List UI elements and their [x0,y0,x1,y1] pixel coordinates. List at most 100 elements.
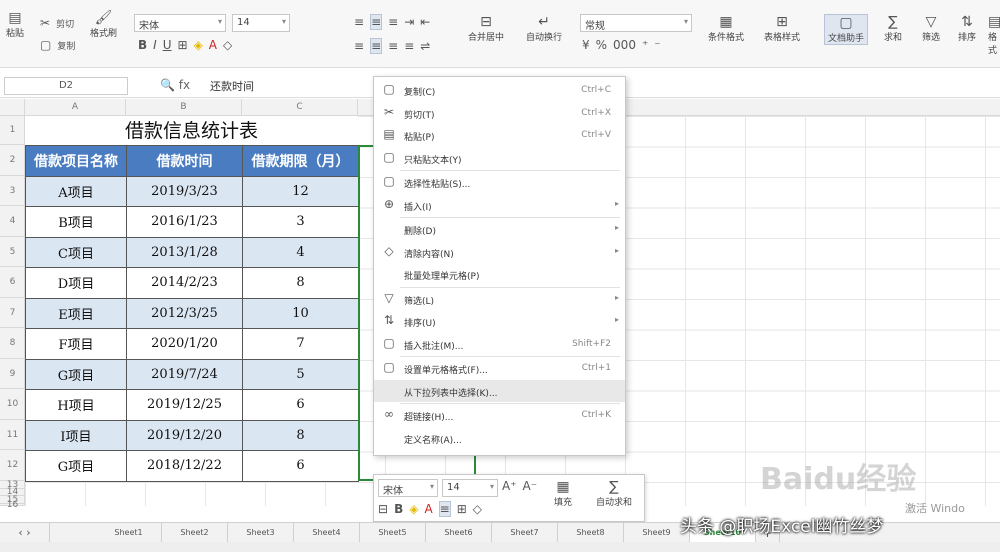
menu-item[interactable]: ⊕ 插入(I) ▸ [374,194,625,216]
mini-align-icon[interactable]: ≡ [438,501,451,517]
format-painter-button[interactable]: 🖌 格式刷 [90,10,117,39]
table-cell[interactable]: 6 [242,450,359,482]
font-shrink-icon[interactable]: A⁻ [523,479,538,493]
table-cell[interactable]: F项目 [25,328,127,360]
sum-button[interactable]: ∑ 求和 [884,14,902,43]
tab-sheet[interactable]: Sheet4 [294,523,360,543]
table-cell[interactable]: 10 [242,297,359,329]
mini-border-icon[interactable]: ⊞ [457,502,467,516]
fx-icon[interactable]: 🔍 fx [160,78,190,92]
mini-merge-icon[interactable]: ⊟ [378,502,388,516]
col-header-c[interactable]: C [242,99,358,116]
table-cell[interactable]: 4 [242,236,359,268]
row-header-7[interactable]: 7 [0,298,25,328]
table-cell[interactable]: 2019/12/20 [126,419,243,451]
table-cell[interactable]: E项目 [25,297,127,329]
menu-item[interactable]: ∞ 超链接(H)... Ctrl+K [374,404,625,426]
tab-sheet[interactable]: Sheet7 [492,523,558,543]
mini-clear-icon[interactable]: ◇ [473,502,482,516]
row-header-5[interactable]: 5 [0,237,25,267]
sheet-title-cell[interactable]: 借款信息统计表 [25,116,358,145]
align-center-icon[interactable]: ≡ [370,14,383,30]
menu-item[interactable]: ⇅ 排序(U) ▸ [374,310,625,332]
table-cell[interactable]: 2019/7/24 [126,358,243,390]
sort-button[interactable]: ⇅ 排序 [958,14,976,43]
clear-icon[interactable]: ◇ [223,38,232,52]
table-cell[interactable]: 2013/1/28 [126,236,243,268]
indent-icon[interactable]: ⇥ [404,15,414,29]
table-cell[interactable]: 2020/1/20 [126,328,243,360]
table-cell[interactable]: 2014/2/23 [126,267,243,299]
font-family-select[interactable]: 宋体 [134,14,226,32]
menu-item[interactable]: 定义名称(A)... [374,427,625,449]
row-header-9[interactable]: 9 [0,359,25,389]
font-size-select[interactable]: 14 [232,14,290,32]
tab-sheet[interactable]: Sheet3 [228,523,294,543]
row-header-11[interactable]: 11 [0,420,25,450]
table-cell[interactable]: C项目 [25,236,127,268]
bold-icon[interactable]: B [138,38,147,52]
header-cell-term[interactable]: 借款期限（月） [242,145,359,177]
align-right-icon[interactable]: ≡ [388,15,398,29]
italic-icon[interactable]: I [153,38,157,52]
underline-icon[interactable]: U [163,38,172,52]
formula-input[interactable]: 还款时间 [210,78,254,94]
conditional-format-button[interactable]: ▦ 条件格式 [708,14,744,43]
valign-bottom-icon[interactable]: ≡ [388,39,398,53]
menu-item[interactable]: ✂ 剪切(T) Ctrl+X [374,102,625,124]
row-header-3[interactable]: 3 [0,176,25,206]
valign-top-icon[interactable]: ≡ [354,39,364,53]
table-cell[interactable]: 2019/12/25 [126,389,243,421]
table-cell[interactable]: A项目 [25,175,127,207]
paste-button[interactable]: ▤ 粘贴 [6,10,24,39]
table-cell[interactable]: G项目 [25,450,127,482]
decimal-inc-icon[interactable]: ⁺ [642,38,648,52]
justify-icon[interactable]: ≡ [404,39,414,53]
menu-item[interactable]: ▢ 选择性粘贴(S)... [374,171,625,193]
col-header-b[interactable]: B [126,99,242,116]
align-left-icon[interactable]: ≡ [354,15,364,29]
menu-item[interactable]: 批量处理单元格(P) [374,263,625,285]
row-header-8[interactable]: 8 [0,328,25,359]
table-cell[interactable]: 2018/12/22 [126,450,243,482]
menu-item[interactable]: ▢ 设置单元格格式(F)... Ctrl+1 [374,357,625,379]
table-cell[interactable]: D项目 [25,267,127,299]
row-header-4[interactable]: 4 [0,206,25,237]
table-cell[interactable]: 8 [242,267,359,299]
table-cell[interactable]: 2016/1/23 [126,206,243,238]
row-header-2[interactable]: 2 [0,145,25,176]
menu-item[interactable]: ◇ 清除内容(N) ▸ [374,241,625,263]
row-header-10[interactable]: 10 [0,389,25,420]
mini-font-select[interactable]: 宋体 [378,479,438,497]
format-button[interactable]: ▤ 格式 [988,14,1000,56]
font-grow-icon[interactable]: A⁺ [502,479,517,493]
mini-font-color-icon[interactable]: A [424,502,432,516]
menu-item[interactable]: ▢ 只粘贴文本(Y) [374,147,625,169]
filter-button[interactable]: ▽ 筛选 [922,14,940,43]
cut-button[interactable]: ✂ 剪切 [40,16,74,30]
table-style-button[interactable]: ⊞ 表格样式 [764,14,800,43]
merge-center-button[interactable]: ⊟ 合并居中 [468,14,504,43]
mini-fill-button[interactable]: ▦ 填充 [554,479,572,508]
mini-bold-icon[interactable]: B [394,502,403,516]
mini-autosum-button[interactable]: ∑ 自动求和 [596,479,632,508]
col-header-a[interactable]: A [25,99,126,116]
thousands-icon[interactable]: 000 [613,38,636,52]
table-cell[interactable]: I项目 [25,419,127,451]
mini-fill-icon[interactable]: ◈ [409,502,418,516]
valign-middle-icon[interactable]: ≡ [370,38,383,54]
distribute-icon[interactable]: ⇤ [420,15,430,29]
tab-scroll-arrows[interactable]: ‹ › [0,523,50,543]
font-color-icon[interactable]: A [209,38,217,52]
decimal-dec-icon[interactable]: ⁻ [654,38,660,52]
row-header-1[interactable]: 1 [0,116,25,145]
mini-size-select[interactable]: 14 [442,479,498,497]
menu-item[interactable]: ▢ 插入批注(M)... Shift+F2 [374,333,625,355]
row-header-12[interactable]: 12 [0,450,25,481]
copy-button[interactable]: ▢ 复制 [40,38,75,52]
tab-sheet[interactable]: Sheet8 [558,523,624,543]
menu-item[interactable]: ▤ 粘贴(P) Ctrl+V [374,124,625,146]
select-all-corner[interactable] [0,99,25,116]
row-header-16[interactable]: 16 [0,501,25,510]
table-cell[interactable]: 12 [242,175,359,207]
